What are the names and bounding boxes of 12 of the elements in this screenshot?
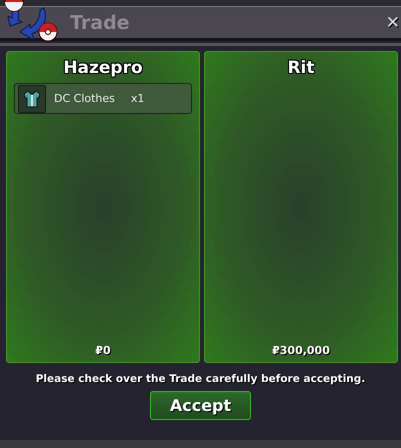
money-amount: ₽0 — [95, 344, 111, 357]
item-name: DC Clothes — [54, 92, 115, 105]
trade-item[interactable]: DC Clothes x1 — [14, 83, 192, 114]
trader-name: Rit — [287, 58, 315, 78]
money-amount: ₽300,000 — [272, 344, 330, 357]
clothes-icon — [22, 90, 42, 108]
close-button[interactable]: ✕ — [386, 12, 401, 32]
trade-message: Please check over the Trade carefully before accepting. — [34, 373, 366, 385]
item-quantity: x1 — [130, 92, 144, 105]
accept-button[interactable]: Accept — [150, 391, 251, 420]
trader-name: Hazepro — [63, 58, 143, 78]
window-title: Trade — [70, 12, 130, 34]
